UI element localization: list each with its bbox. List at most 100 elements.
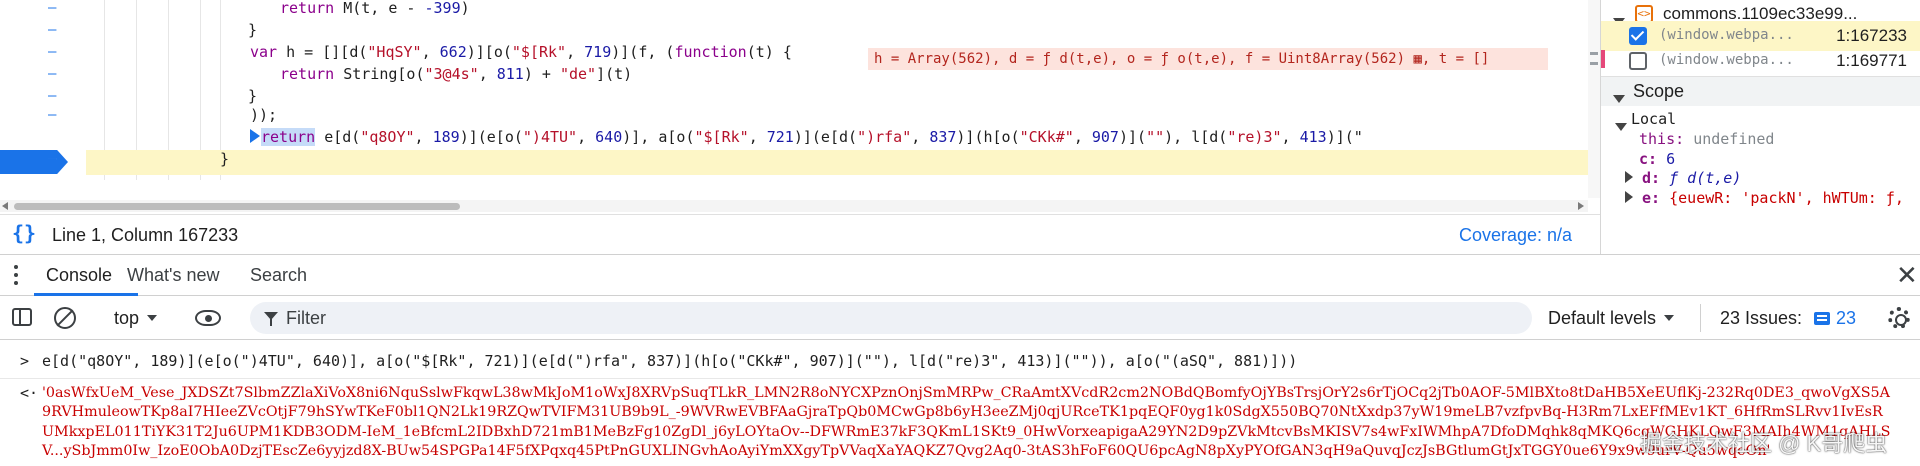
console-result-string[interactable]: '0asWfxUeM_Vese_JXDSZt7SlbmZZlaXiVoX8ni6…	[42, 384, 1892, 462]
log-levels-dropdown[interactable]: Default levels	[1548, 308, 1675, 329]
code-token: var	[250, 43, 287, 61]
tab-whats-new[interactable]: What's new	[127, 265, 219, 286]
code-token: "CKk#"	[1019, 128, 1074, 146]
inline-variable-values: h = Array(562), d = ƒ d(t,e), o = ƒ o(t,…	[868, 48, 1548, 70]
javascript-context-select[interactable]: top	[114, 308, 158, 329]
breakpoint-checkbox[interactable]	[1629, 27, 1647, 45]
variable-value: 6	[1666, 150, 1676, 168]
expand-triangle-icon[interactable]	[1625, 169, 1633, 187]
code-token: "q8OY"	[360, 128, 415, 146]
clear-console-icon[interactable]	[54, 307, 76, 329]
cursor-position: Line 1, Column 167233	[52, 225, 239, 245]
code-token: "$[Rk"	[694, 128, 749, 146]
variable-value: undefined	[1693, 130, 1775, 148]
paused-here-arrow-icon	[250, 129, 260, 143]
scope-variable[interactable]: e: {euewR: 'packN', hWTUm: ƒ,	[1625, 189, 1904, 207]
code-token: function	[674, 43, 747, 61]
line-number-placeholder[interactable]: –	[48, 147, 56, 172]
expand-triangle-icon[interactable]	[1625, 189, 1633, 207]
variable-name: e:	[1642, 189, 1661, 207]
context-value: top	[114, 308, 140, 328]
chevron-down-icon	[1664, 315, 1675, 321]
code-token: ,	[414, 128, 433, 146]
code-line[interactable]: –}	[48, 147, 1588, 172]
code-token: "3@4s"	[424, 65, 479, 83]
expand-triangle-icon[interactable]	[1615, 116, 1627, 136]
code-token: ")rfa"	[857, 128, 912, 146]
result-arrow-icon: <·	[20, 384, 39, 402]
source-editor[interactable]: – – return M(t, e - -399) –} – var h = [][d(…	[0, 0, 1588, 198]
live-expression-eye-icon[interactable]	[195, 310, 221, 326]
issues-count-badge[interactable]: 23	[1814, 308, 1856, 329]
tab-console[interactable]: Console	[46, 265, 112, 286]
code-token: ,	[421, 43, 440, 61]
input-prompt-icon: >	[20, 352, 30, 370]
scrollbar-thumb[interactable]	[14, 203, 460, 210]
scroll-left-arrow-icon[interactable]	[2, 202, 8, 210]
code-token: 721	[766, 128, 794, 146]
message-divider	[0, 378, 1920, 379]
breakpoint-location: 1:169771	[1836, 51, 1907, 70]
breakpoint-item[interactable]: (window.webpa... 1:169771	[1601, 46, 1920, 76]
code-token: )](e[d(	[793, 128, 858, 146]
code-token: ,	[1281, 128, 1300, 146]
code-token: )]("	[1326, 128, 1363, 146]
code-token: ,	[911, 128, 930, 146]
scroll-right-arrow-icon[interactable]	[1578, 202, 1584, 210]
filter-box[interactable]	[250, 302, 1532, 334]
code-token: -399	[424, 0, 461, 17]
close-drawer-icon[interactable]: ✕	[1896, 262, 1918, 288]
scope-section-header[interactable]: Scope	[1601, 76, 1920, 106]
editor-horizontal-scrollbar[interactable]	[0, 200, 1588, 212]
editor-vertical-scrollbar[interactable]	[1588, 0, 1600, 198]
code-token: h = [][d(	[286, 43, 368, 61]
debugger-sidebar: <> commons.1109ec33e99... (window.webpa.…	[1600, 0, 1920, 254]
coverage-link[interactable]: Coverage: n/a	[1459, 225, 1572, 246]
issues-label[interactable]: 23 Issues:	[1720, 308, 1802, 329]
code-token: )](	[1118, 128, 1147, 146]
breakpoint-location: 1:167233	[1836, 26, 1907, 45]
variable-name: d:	[1642, 169, 1661, 187]
pretty-print-braces-icon[interactable]: {}	[12, 221, 36, 245]
filter-input[interactable]	[286, 302, 1516, 334]
code-token: 662	[439, 43, 467, 61]
toolbar-divider	[1700, 304, 1701, 332]
code-token: 719	[584, 43, 612, 61]
code-token: 837	[929, 128, 957, 146]
code-token: (t) {	[746, 43, 792, 61]
code-token: )](f, (	[611, 43, 675, 61]
code-token: }	[220, 150, 230, 168]
watermark: 掘金技术社区 @ K哥爬虫	[1640, 431, 1888, 456]
code-token: }	[248, 21, 258, 39]
variable-name: this:	[1639, 130, 1685, 148]
code-token: ,	[478, 65, 497, 83]
scope-variable[interactable]: c: 6	[1639, 150, 1675, 168]
scope-variable[interactable]: d: ƒ d(t,e)	[1625, 169, 1741, 187]
code-token: ) +	[523, 65, 560, 83]
code-token: )](e[o(	[459, 128, 523, 146]
more-options-icon[interactable]	[14, 265, 20, 287]
code-token: )][o(	[466, 43, 512, 61]
code-token: String[o(	[343, 65, 425, 83]
line-number-placeholder[interactable]: –	[48, 103, 56, 128]
tab-search[interactable]: Search	[250, 265, 307, 286]
code-token: return	[261, 128, 316, 146]
scope-variable[interactable]: this: undefined	[1639, 130, 1774, 148]
expand-triangle-icon[interactable]	[1613, 88, 1625, 108]
code-token: return	[280, 65, 344, 83]
variable-name: c:	[1639, 150, 1658, 168]
console-output[interactable]: > e[d("q8OY", 189)](e[o(")4TU", 640)], a…	[0, 340, 1920, 466]
settings-gear-icon[interactable]	[1888, 307, 1910, 329]
console-sidebar-toggle-icon[interactable]	[12, 308, 32, 326]
code-token: ,	[577, 128, 596, 146]
breakpoint-marker[interactable]: –	[0, 150, 68, 174]
log-levels-label: Default levels	[1548, 308, 1657, 328]
breakpoint-checkbox[interactable]	[1629, 52, 1647, 70]
chevron-down-icon	[147, 315, 158, 321]
conditional-breakpoint-marker	[1601, 50, 1605, 68]
message-icon	[1814, 312, 1830, 325]
console-command[interactable]: e[d("q8OY", 189)](e[o(")4TU", 640)], a[o…	[42, 352, 1297, 370]
code-token: )], a[o(	[622, 128, 695, 146]
issues-count: 23	[1836, 308, 1857, 328]
code-token: M(t, e -	[343, 0, 425, 17]
